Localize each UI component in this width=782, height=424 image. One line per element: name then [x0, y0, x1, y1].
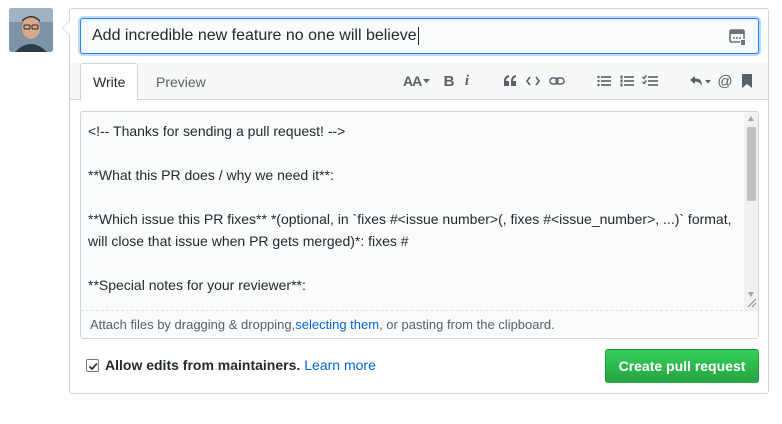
text-size-label: AA — [403, 73, 422, 89]
comment-editor: <!-- Thanks for sending a pull request! … — [80, 111, 759, 339]
text-size-icon[interactable]: AA — [403, 71, 431, 91]
user-avatar[interactable] — [9, 8, 53, 52]
create-pull-request-label: Create pull request — [618, 358, 746, 374]
attach-suffix: , or pasting from the clipboard. — [379, 317, 555, 332]
saved-replies-icon[interactable] — [729, 28, 747, 46]
reply-icon[interactable] — [689, 71, 711, 91]
tab-preview[interactable]: Preview — [144, 63, 218, 101]
create-pull-request-button[interactable]: Create pull request — [605, 349, 759, 383]
mention-icon[interactable]: @ — [717, 71, 733, 91]
scroll-thumb[interactable] — [747, 127, 756, 201]
allow-edits-label: Allow edits from maintainers. — [105, 357, 301, 373]
allow-edits-row: Allow edits from maintainers. Learn more — [86, 357, 376, 373]
bold-icon[interactable]: B — [443, 71, 455, 91]
title-input-value: Add incredible new feature no one will b… — [92, 27, 417, 44]
mention-label: @ — [717, 72, 733, 90]
italic-icon[interactable]: i — [462, 71, 472, 91]
pull-request-form: Add incredible new feature no one will b… — [62, 8, 769, 394]
title-input[interactable]: Add incredible new feature no one will b… — [80, 18, 759, 54]
tab-write-label: Write — [93, 74, 126, 90]
tab-write[interactable]: Write — [80, 63, 139, 101]
allow-edits-checkbox[interactable] — [86, 358, 99, 372]
italic-label: i — [464, 72, 470, 89]
textarea-scrollbar[interactable] — [744, 112, 758, 310]
editor-tab-bar: Write Preview AA B i @ — [70, 63, 768, 101]
bold-label: B — [443, 72, 455, 90]
bookmark-icon[interactable] — [741, 71, 753, 91]
code-icon[interactable] — [525, 71, 541, 91]
link-icon[interactable] — [549, 71, 565, 91]
task-list-icon[interactable] — [641, 71, 659, 91]
text-cursor — [417, 27, 419, 45]
form-footer: Allow edits from maintainers. Learn more… — [80, 349, 759, 385]
pr-body-textarea[interactable]: <!-- Thanks for sending a pull request! … — [81, 112, 758, 310]
resize-grip-icon[interactable] — [745, 296, 757, 308]
tab-preview-label: Preview — [156, 74, 206, 90]
numbered-list-icon[interactable] — [619, 71, 635, 91]
learn-more-link[interactable]: Learn more — [304, 357, 376, 373]
attach-prefix: Attach files by dragging & dropping, — [90, 317, 296, 332]
selecting-them-link[interactable]: selecting them — [295, 317, 379, 332]
quote-icon[interactable] — [502, 71, 518, 91]
scroll-up-arrow-icon[interactable] — [748, 116, 754, 121]
bulleted-list-icon[interactable] — [596, 71, 612, 91]
attach-files-bar[interactable]: Attach files by dragging & dropping, sel… — [81, 310, 758, 338]
